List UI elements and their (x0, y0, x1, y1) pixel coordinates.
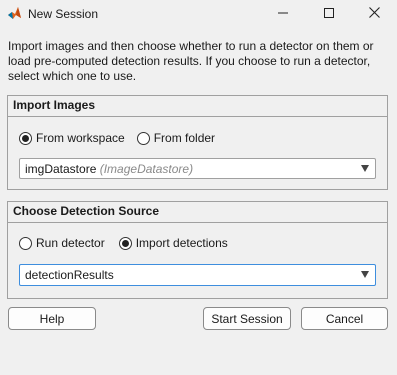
detection-results-dropdown[interactable]: detectionResults (19, 264, 376, 286)
import-source-radio-group: From workspace From folder (19, 130, 227, 146)
title-bar: New Session (0, 0, 397, 28)
detection-source-radio-group: Run detector Import detections (19, 235, 240, 251)
maximize-icon (324, 7, 334, 21)
minimize-button[interactable] (260, 0, 306, 28)
detection-source-panel: Choose Detection Source Run detector Imp… (7, 201, 388, 299)
minimize-icon (278, 7, 288, 21)
import-images-panel: Import Images From workspace From folder… (7, 95, 388, 190)
radio-button[interactable] (136, 131, 150, 145)
radio-button[interactable] (19, 236, 32, 250)
close-icon (368, 7, 380, 21)
radio-button-checked[interactable] (19, 131, 32, 145)
chevron-down-icon[interactable] (361, 271, 369, 278)
radio-label[interactable]: From folder (154, 131, 215, 145)
radio-from-workspace[interactable]: From workspace (19, 131, 125, 145)
radio-label[interactable]: From workspace (36, 131, 125, 145)
maximize-button[interactable] (306, 0, 352, 28)
radio-import-detections[interactable]: Import detections (118, 236, 228, 250)
intro-text: Import images and then choose whether to… (8, 39, 374, 83)
close-button[interactable] (351, 0, 397, 28)
panel-heading: Import Images (8, 96, 387, 117)
radio-label[interactable]: Import detections (136, 236, 228, 250)
radio-run-detector[interactable]: Run detector (19, 236, 105, 250)
panel-heading: Choose Detection Source (8, 202, 387, 223)
radio-button-checked[interactable] (118, 236, 132, 250)
dropdown-value: detectionResults (25, 268, 114, 282)
radio-from-folder[interactable]: From folder (136, 131, 215, 145)
help-button[interactable]: Help (8, 307, 96, 330)
radio-label[interactable]: Run detector (36, 236, 105, 250)
chevron-down-icon[interactable] (361, 165, 369, 172)
image-source-dropdown[interactable]: imgDatastore (ImageDatastore) (19, 158, 376, 179)
dropdown-type-hint: (ImageDatastore) (99, 162, 194, 176)
window-title: New Session (28, 7, 99, 21)
cancel-button[interactable]: Cancel (301, 307, 388, 330)
start-session-button[interactable]: Start Session (203, 307, 291, 330)
matlab-icon (7, 6, 22, 21)
dropdown-value: imgDatastore (ImageDatastore) (25, 162, 194, 176)
